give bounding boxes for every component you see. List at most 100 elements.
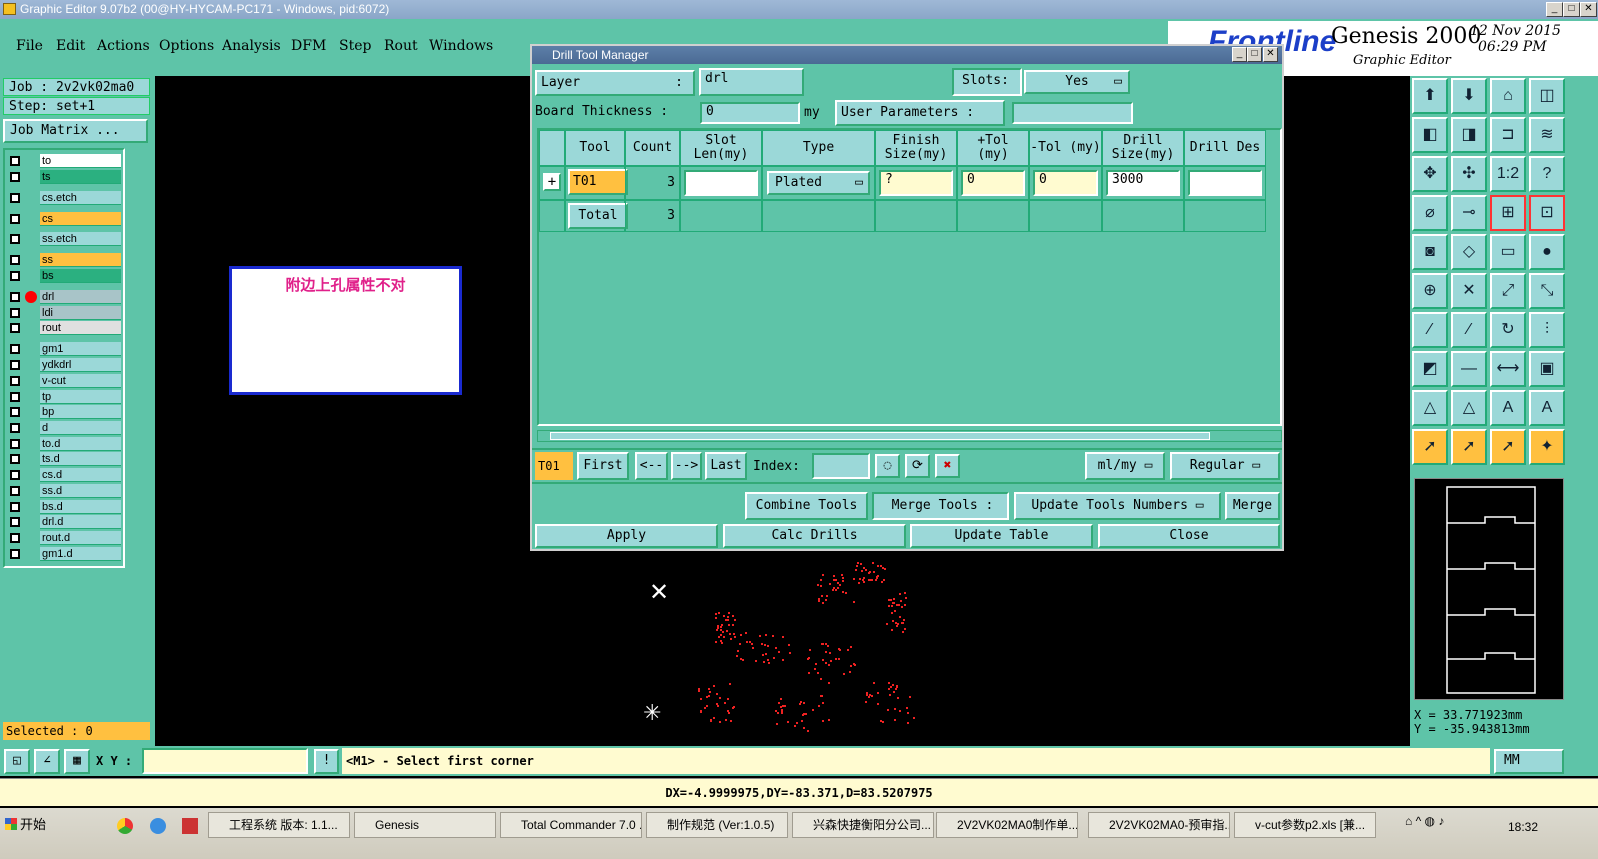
toolbar-record-icon[interactable]: ◙ [1412,234,1448,270]
toolbar-pointer-d-icon[interactable]: ✦ [1529,429,1565,465]
horizontal-scrollbar[interactable] [537,430,1282,442]
merge-button[interactable]: Merge [1225,492,1280,520]
layer-checkbox[interactable] [10,214,20,224]
layer-row-cs[interactable]: cs [7,212,121,226]
toolbar-warn-b-icon[interactable]: △ [1451,390,1487,426]
menu-windows[interactable]: Windows [429,38,493,54]
toolbar-text-a-icon[interactable]: A [1490,390,1526,426]
layer-row-to[interactable]: to [7,154,121,168]
toolbar-draw-a-icon[interactable]: ∕ [1412,312,1448,348]
input-drill-size[interactable]: 3000 [1106,170,1180,196]
toolbar-zoom-icon[interactable]: ✣ [1451,156,1487,192]
layer-row-v-cut[interactable]: v-cut [7,374,121,388]
taskbar-item[interactable]: 兴森快捷衡阳分公司... [792,812,934,838]
layer-row-ss-etch[interactable]: ss.etch [7,232,121,246]
layer-row-ss-d[interactable]: ss.d [7,484,121,498]
last-button[interactable]: Last [705,452,747,480]
column-header-plus-tol[interactable]: +Tol (my) [957,130,1029,166]
combine-tools-button[interactable]: Combine Tools [745,492,868,520]
xy-input[interactable] [142,748,308,774]
slots-dropdown[interactable]: Yes ▭ [1024,70,1130,94]
layer-checkbox[interactable] [10,360,20,370]
job-matrix-button[interactable]: Job Matrix ... [3,119,148,143]
layer-checkbox[interactable] [10,470,20,480]
toolbar-line-b-icon[interactable]: ⤡ [1529,273,1565,309]
input-drill-des[interactable] [1188,170,1262,196]
layer-row-ydkdrl[interactable]: ydkdrl [7,358,121,372]
units-select[interactable]: MM [1494,749,1564,774]
minimap[interactable] [1414,478,1564,700]
layer-checkbox[interactable] [10,271,20,281]
toolbar-pointer-a-icon[interactable]: ➚ [1412,429,1448,465]
layer-checkbox[interactable] [10,549,20,559]
close-dialog-button[interactable]: Close [1098,524,1280,548]
layer-row-gm1[interactable]: gm1 [7,342,121,356]
taskbar-item[interactable]: 制作规范 (Ver:1.0.5) [646,812,788,838]
toolbar-cross-icon[interactable]: ✕ [1451,273,1487,309]
column-header-tool[interactable]: Tool [565,130,625,166]
layer-row-bs[interactable]: bs [7,269,121,283]
toolbar-draw-b-icon[interactable]: ∕ [1451,312,1487,348]
toolbar-split-icon[interactable]: ◫ [1529,78,1565,114]
layer-checkbox[interactable] [10,308,20,318]
column-header-type[interactable]: Type [762,130,875,166]
dialog-maximize-button[interactable]: □ [1247,47,1262,62]
board-thickness-input[interactable]: 0 [700,102,800,124]
input-slot-len[interactable] [684,170,758,196]
layer-row-ts[interactable]: ts [7,170,121,184]
next-button[interactable]: --> [671,452,702,480]
menu-actions[interactable]: Actions [97,38,150,54]
layer-row-ts-d[interactable]: ts.d [7,452,121,466]
taskbar-item[interactable]: Total Commander 7.0 ... [500,812,642,838]
layer-row-gm1-d[interactable]: gm1.d [7,547,121,561]
layer-row-ss[interactable]: ss [7,253,121,267]
table-row[interactable]: + T01 3 Plated ▭? 0 0 3000 [539,166,1280,200]
layer-checkbox[interactable] [10,407,20,417]
toolbar-grid-a-icon[interactable]: ⊞ [1490,195,1526,231]
layer-row-cs-etch[interactable]: cs.etch [7,191,121,205]
note-box[interactable]: 附边上孔属性不对 [229,266,462,395]
calc-drills-button[interactable]: Calc Drills [723,524,906,548]
toolbar-node-icon[interactable]: ◩ [1412,351,1448,387]
index-input[interactable] [812,453,870,479]
bulb-icon[interactable]: ◌ [875,454,900,478]
toolbar-line-a-icon[interactable]: ⤢ [1490,273,1526,309]
layer-checkbox[interactable] [10,376,20,386]
type-dropdown[interactable]: Plated ▭ [767,171,870,195]
alert-icon[interactable]: ! [314,749,339,774]
grid-icon[interactable]: ▦ [64,749,90,774]
input-plus-tol[interactable]: 0 [961,170,1025,196]
layer-row-bs-d[interactable]: bs.d [7,500,121,514]
toolbar-fit-icon[interactable]: ✥ [1412,156,1448,192]
toolbar-move-left-icon[interactable]: ◧ [1412,117,1448,153]
tool-id[interactable]: T01 [568,169,628,195]
column-header-drill-size[interactable]: Drill Size(my) [1102,130,1184,166]
layer-checkbox[interactable] [10,517,20,527]
layer-checkbox[interactable] [10,439,20,449]
layer-checkbox[interactable] [10,234,20,244]
layer-checkbox[interactable] [10,193,20,203]
layer-checkbox[interactable] [10,423,20,433]
prev-button[interactable]: <-- [635,452,668,480]
layer-row-rout-d[interactable]: rout.d [7,531,121,545]
layer-checkbox[interactable] [10,454,20,464]
clear-icon[interactable]: ✖ [935,454,960,478]
toolbar-move-right-icon[interactable]: ◨ [1451,117,1487,153]
taskbar-item[interactable]: v-cut参数p2.xls [兼... [1234,812,1376,838]
mode-dropdown[interactable]: Regular ▭ [1170,452,1280,480]
layer-checkbox[interactable] [10,502,20,512]
toolbar-net-icon[interactable]: ⊕ [1412,273,1448,309]
update-table-button[interactable]: Update Table [910,524,1093,548]
apply-button[interactable]: Apply [535,524,718,548]
toolbar-snap-icon[interactable]: ⊐ [1490,117,1526,153]
layer-checkbox[interactable] [10,486,20,496]
measure-icon[interactable]: ∠ [34,749,60,774]
column-header-minus-tol[interactable]: -Tol (my) [1029,130,1102,166]
column-header-finish[interactable]: Finish Size(my) [875,130,957,166]
menu-rout[interactable]: Rout [384,38,418,54]
zoom-fit-icon[interactable]: ◱ [4,749,30,774]
start-button[interactable]: 开始 [2,812,58,838]
layer-checkbox[interactable] [10,323,20,333]
expand-row-icon[interactable]: + [543,173,561,191]
toolbar-pointer-c-icon[interactable]: ➚ [1490,429,1526,465]
